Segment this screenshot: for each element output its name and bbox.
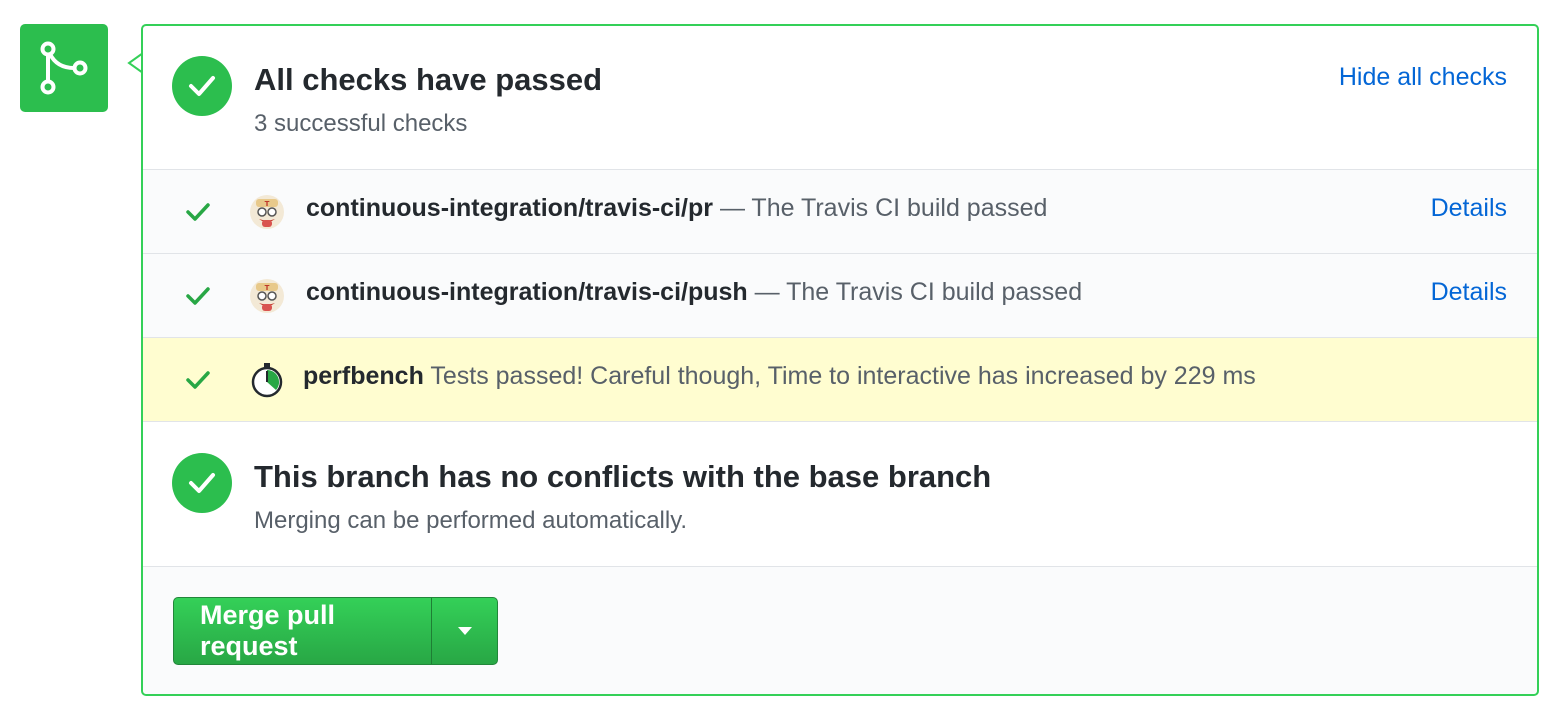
caret-down-icon (457, 627, 472, 635)
travis-ci-mascot-icon: T (250, 195, 284, 229)
check-name: continuous-integration/travis-ci/pr (306, 194, 713, 222)
check-description: Tests passed! Careful though, Time to in… (430, 362, 1256, 390)
details-link[interactable]: Details (1431, 194, 1507, 223)
svg-text:T: T (265, 200, 270, 208)
merge-actions: Merge pull request (143, 567, 1537, 694)
check-text: perfbench Tests passed! Careful though, … (303, 362, 1256, 391)
merge-status: This branch has no conflicts with the ba… (143, 423, 1537, 567)
merge-status-subtitle: Merging can be performed automatically. (254, 507, 688, 534)
check-icon (186, 287, 210, 305)
check-row: T continuous-integration/travis-ci/push … (143, 254, 1537, 338)
success-check-icon (172, 56, 232, 116)
check-row-highlighted: perfbench Tests passed! Careful though, … (143, 338, 1537, 422)
check-row: T continuous-integration/travis-ci/pr — … (143, 170, 1537, 254)
check-description: — The Travis CI build passed (719, 194, 1048, 222)
details-link[interactable]: Details (1431, 278, 1507, 307)
stopwatch-icon (251, 363, 283, 398)
merge-pull-request-button[interactable]: Merge pull request (174, 598, 432, 664)
check-text: continuous-integration/travis-ci/pr — Th… (306, 194, 1047, 223)
check-icon (186, 371, 210, 389)
check-icon (186, 203, 210, 221)
svg-text:T: T (265, 284, 270, 292)
merge-button-group: Merge pull request (173, 597, 498, 665)
git-merge-icon-badge (20, 24, 108, 112)
checks-title: All checks have passed (254, 62, 603, 97)
travis-ci-mascot-icon: T (250, 279, 284, 313)
check-text: continuous-integration/travis-ci/push — … (306, 278, 1082, 307)
merge-method-dropdown-button[interactable] (432, 598, 497, 664)
merge-status-title: This branch has no conflicts with the ba… (254, 459, 992, 494)
git-merge-icon (40, 41, 88, 95)
merge-status-panel: All checks have passed 3 successful chec… (141, 24, 1539, 696)
hide-all-checks-link[interactable]: Hide all checks (1339, 63, 1507, 92)
success-check-icon (172, 453, 232, 513)
checks-subtitle: 3 successful checks (254, 110, 468, 137)
check-description: — The Travis CI build passed (754, 278, 1083, 306)
checks-summary: All checks have passed 3 successful chec… (143, 26, 1537, 170)
check-name: continuous-integration/travis-ci/push (306, 278, 748, 306)
check-name: perfbench (303, 362, 424, 390)
